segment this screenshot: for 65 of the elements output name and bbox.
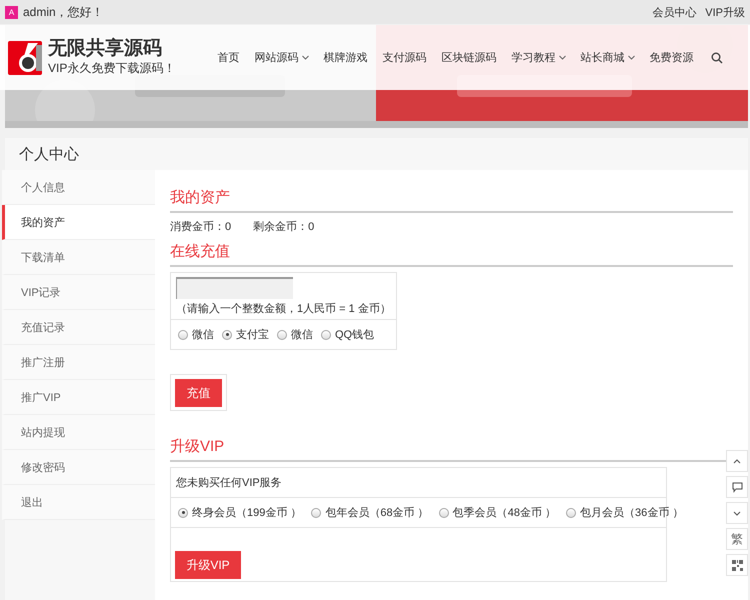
radio-button[interactable] (222, 330, 232, 340)
nav-item[interactable]: 支付源码 (375, 50, 434, 65)
recharge-button[interactable]: 充值 (175, 379, 222, 407)
avatar: A (5, 6, 18, 18)
plan-option: 包月会员（36金币 ） (580, 505, 684, 520)
caret-icon (628, 55, 634, 60)
radio-button[interactable] (438, 508, 449, 518)
sidebar-item[interactable]: 站内提现 (2, 415, 155, 450)
radio-button[interactable] (178, 330, 188, 340)
upgrade-vip-button[interactable]: 升级VIP (175, 551, 241, 579)
qr-code-icon (732, 560, 742, 570)
nav-item[interactable]: 棋牌游戏 (316, 50, 375, 65)
sidebar-item[interactable]: 我的资产 (2, 205, 155, 240)
traditional-chinese-button[interactable]: 繁 (726, 528, 748, 550)
panel-title: 个人中心 (5, 138, 748, 170)
plan-option: 包季会员（48金币 ） (452, 505, 556, 520)
nav-item[interactable]: 网站源码 (247, 50, 316, 65)
sidebar-item[interactable]: 个人信息 (2, 170, 155, 205)
site-slogan: VIP永久免费下载源码！ (48, 60, 176, 77)
coin-stat: 剩余金币：0 (253, 220, 314, 234)
chat-button[interactable] (726, 476, 748, 498)
nav-item[interactable]: 站长商城 (573, 50, 642, 65)
radio-button[interactable] (277, 330, 287, 340)
sidebar-item[interactable]: VIP记录 (2, 275, 155, 310)
sidebar-item[interactable]: 修改密码 (2, 450, 155, 485)
top-link[interactable]: 会员中心 (652, 4, 696, 20)
site-title: 无限共享源码 (48, 38, 163, 60)
search-icon[interactable] (711, 52, 723, 64)
speech-bubble-icon (732, 482, 742, 492)
amount-field[interactable] (176, 277, 293, 299)
greeting: admin，您好！ (23, 4, 104, 20)
payment-option: 微信 (192, 327, 214, 342)
plan-option: 包年会员（68金币 ） (325, 505, 429, 520)
radio-button[interactable] (311, 508, 322, 518)
sidebar-item[interactable]: 下载清单 (2, 240, 155, 275)
payment-option: 支付宝 (236, 327, 269, 342)
nav-label: 学习教程 (512, 51, 556, 65)
radio-button[interactable] (566, 508, 576, 518)
sidebar-item[interactable]: 推广VIP (2, 380, 155, 415)
nav-label: 站长商城 (580, 50, 624, 65)
qr-code-button[interactable] (726, 554, 748, 576)
radio-button[interactable] (321, 330, 331, 340)
nav-label: 网站源码 (254, 51, 298, 65)
sidebar-item[interactable]: 推广注册 (2, 345, 155, 380)
logo-icon (8, 40, 42, 74)
nav-item[interactable]: 区块链源码 (434, 50, 504, 65)
chevron-up-icon (733, 458, 741, 464)
plan-option: 终身会员（199金币 ） (192, 505, 302, 520)
nav-item[interactable]: 首页 (210, 50, 247, 65)
nav-item[interactable]: 学习教程 (504, 50, 573, 65)
payment-option: 微信 (291, 327, 313, 342)
amount-hint: （请输入一个整数金额，1人民币 = 1 金币） (176, 303, 391, 315)
caret-icon (302, 55, 308, 60)
sidebar-item[interactable]: 充值记录 (2, 310, 155, 345)
caret-icon (558, 55, 566, 60)
payment-option: QQ钱包 (335, 327, 374, 342)
top-link[interactable]: VIP升级 (705, 4, 745, 20)
sidebar-item[interactable]: 退出 (2, 485, 155, 520)
chevron-down-icon (733, 510, 741, 516)
section-title: 在线充值 (170, 242, 733, 267)
coin-stat: 消费金币：0 (170, 220, 232, 234)
vip-status: 您未购买任何VIP服务 (175, 476, 283, 491)
radio-button[interactable] (178, 508, 188, 518)
section-title: 我的资产 (170, 188, 733, 213)
nav-item[interactable]: 免费资源 (642, 50, 701, 65)
